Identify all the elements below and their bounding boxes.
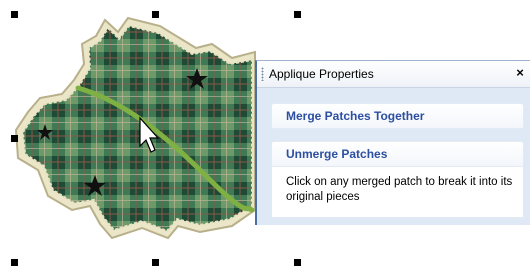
- panel-title-bar[interactable]: Applique Properties ×: [257, 61, 530, 88]
- merge-patches-section: Merge Patches Together: [271, 103, 524, 129]
- grip-handle-icon[interactable]: [261, 67, 264, 81]
- selection-handle-icon[interactable]: [11, 135, 18, 142]
- selection-handle-icon[interactable]: [152, 11, 159, 18]
- merge-patches-together-link[interactable]: Merge Patches Together: [271, 103, 524, 129]
- applique-properties-panel: Applique Properties × Merge Patches Toge…: [255, 60, 530, 225]
- unmerge-description: Click on any merged patch to break it in…: [271, 167, 524, 218]
- selection-handle-icon[interactable]: [294, 259, 301, 266]
- selection-handle-icon[interactable]: [152, 259, 159, 266]
- close-icon[interactable]: ×: [513, 64, 527, 82]
- selection-handle-icon[interactable]: [294, 11, 301, 18]
- unmerge-patches-link[interactable]: Unmerge Patches: [271, 141, 524, 167]
- selection-handle-icon[interactable]: [11, 11, 18, 18]
- unmerge-patches-section: Unmerge Patches Click on any merged patc…: [271, 141, 524, 218]
- selection-handle-icon[interactable]: [11, 259, 18, 266]
- applique-patch[interactable]: [14, 16, 256, 240]
- panel-title: Applique Properties: [269, 67, 374, 81]
